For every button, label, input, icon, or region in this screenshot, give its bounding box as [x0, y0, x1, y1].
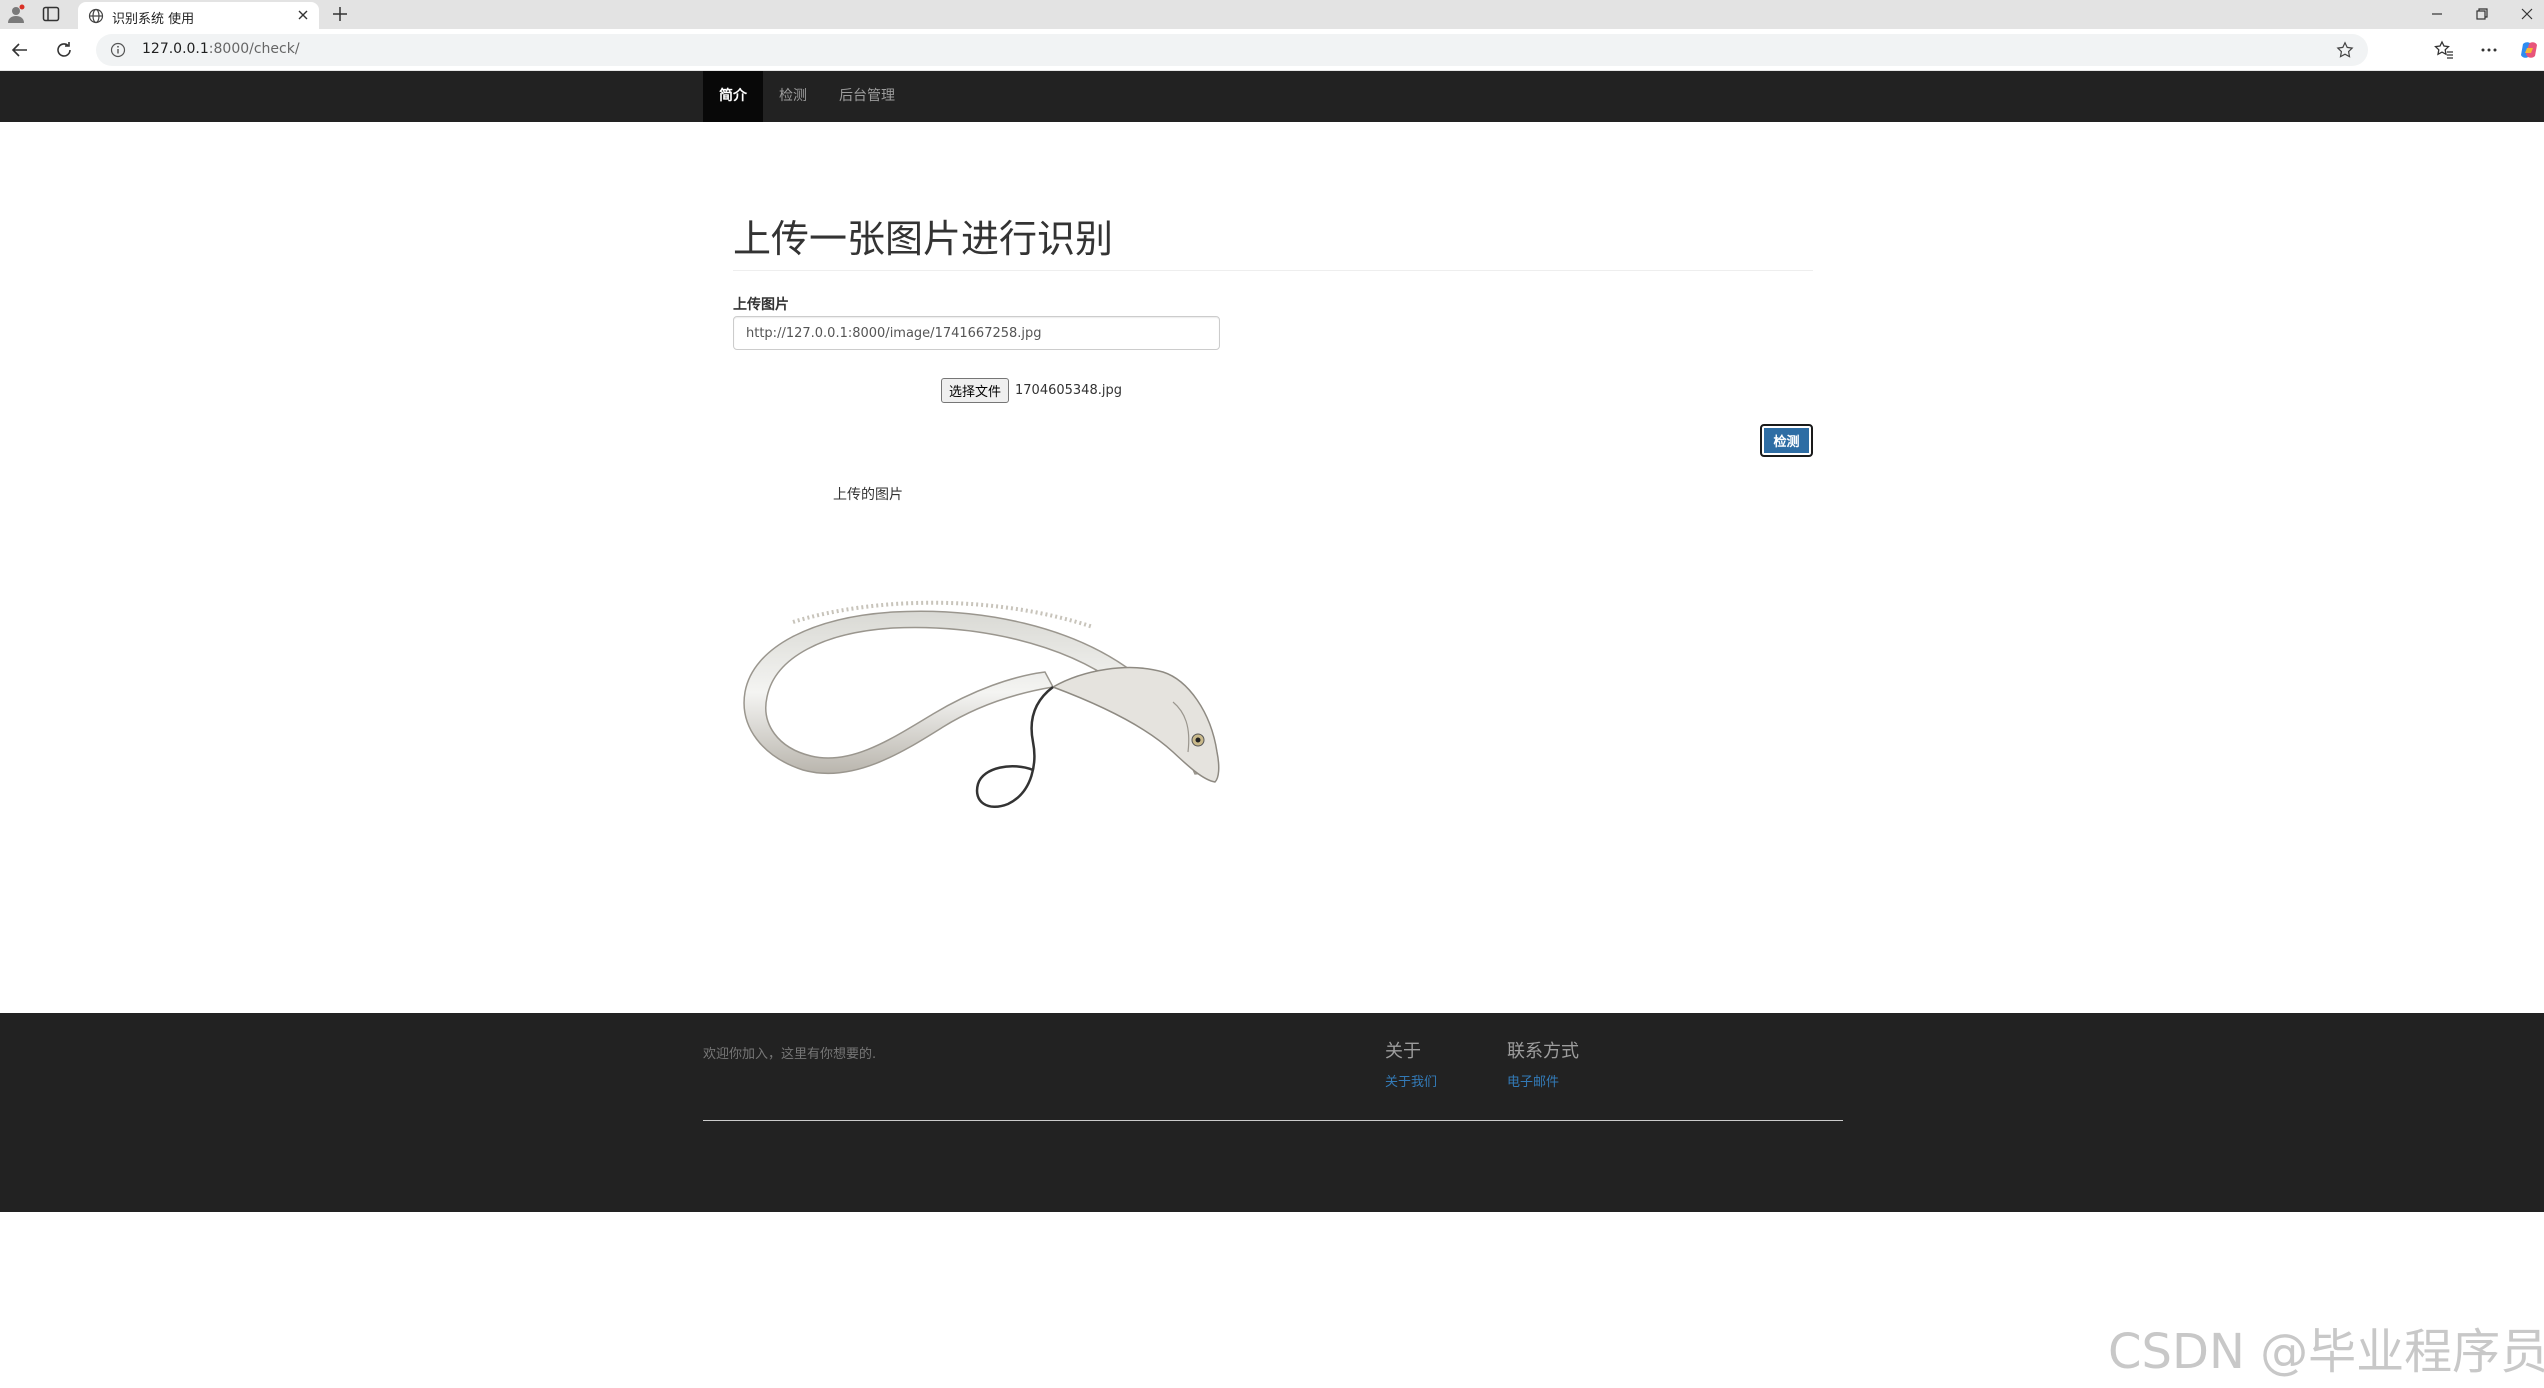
browser-tab-active[interactable]: 识别系统 使用	[78, 2, 319, 29]
site-info-icon[interactable]	[110, 42, 126, 58]
browser-tab-bar: 识别系统 使用	[0, 0, 2544, 29]
choose-file-button[interactable]: 选择文件	[941, 378, 1010, 403]
minimize-icon[interactable]	[2428, 5, 2446, 23]
nav-menu: 简介 检测 后台管理	[703, 71, 911, 122]
restore-icon[interactable]	[2473, 5, 2491, 23]
footer-contact-heading: 联系方式	[1507, 1041, 1579, 1062]
tab-actions-icon[interactable]	[42, 6, 60, 22]
image-url-input[interactable]	[733, 316, 1220, 350]
footer-welcome-text: 欢迎你加入，这里有你想要的.	[703, 1047, 877, 1062]
browser-toolbar: 127.0.0.1:8000/check/	[0, 29, 2544, 71]
address-url: 127.0.0.1:8000/check/	[142, 41, 300, 57]
uploaded-fish-image	[733, 552, 1233, 817]
globe-icon	[88, 8, 104, 24]
upload-label: 上传图片	[733, 297, 789, 313]
site-navbar: 简介 检测 后台管理	[0, 71, 2544, 122]
footer-contact-column: 联系方式 电子邮件	[1507, 1037, 1579, 1090]
selected-file-name: 1704605348.jpg	[1015, 383, 1122, 398]
url-path: :8000/check/	[208, 41, 300, 57]
more-icon[interactable]	[2479, 40, 2499, 60]
footer-divider	[703, 1120, 1843, 1121]
tab-title: 识别系统 使用	[112, 12, 195, 27]
nav-item-intro[interactable]: 简介	[703, 71, 763, 122]
about-us-link[interactable]: 关于我们	[1385, 1071, 1437, 1090]
csdn-watermark: CSDN @毕业程序员	[2108, 1324, 2544, 1380]
new-tab-icon[interactable]	[331, 5, 349, 23]
url-host: 127.0.0.1	[142, 41, 209, 57]
page-title: 上传一张图片进行识别	[733, 217, 1114, 261]
file-picker: 选择文件 1704605348.jpg	[941, 378, 1122, 403]
close-tab-icon[interactable]	[296, 8, 310, 22]
footer-about-heading: 关于	[1385, 1041, 1421, 1062]
star-icon[interactable]	[2336, 41, 2354, 59]
footer-about-column: 关于 关于我们	[1385, 1037, 1437, 1090]
site-footer: 欢迎你加入，这里有你想要的. 关于 关于我们 联系方式 电子邮件	[0, 1013, 2544, 1212]
copilot-icon[interactable]	[2519, 40, 2539, 60]
profile-icon[interactable]	[6, 4, 26, 24]
reload-icon[interactable]	[54, 40, 74, 60]
close-window-icon[interactable]	[2518, 5, 2536, 23]
uploaded-image-caption: 上传的图片	[833, 487, 903, 503]
nav-item-admin[interactable]: 后台管理	[823, 71, 911, 122]
title-divider	[733, 270, 1813, 271]
email-link[interactable]: 电子邮件	[1507, 1071, 1579, 1090]
address-bar[interactable]: 127.0.0.1:8000/check/	[96, 34, 2368, 66]
favorites-icon[interactable]	[2434, 40, 2454, 60]
nav-item-detect[interactable]: 检测	[763, 71, 823, 122]
detect-button[interactable]: 检测	[1760, 424, 1813, 457]
back-icon[interactable]	[10, 40, 30, 60]
